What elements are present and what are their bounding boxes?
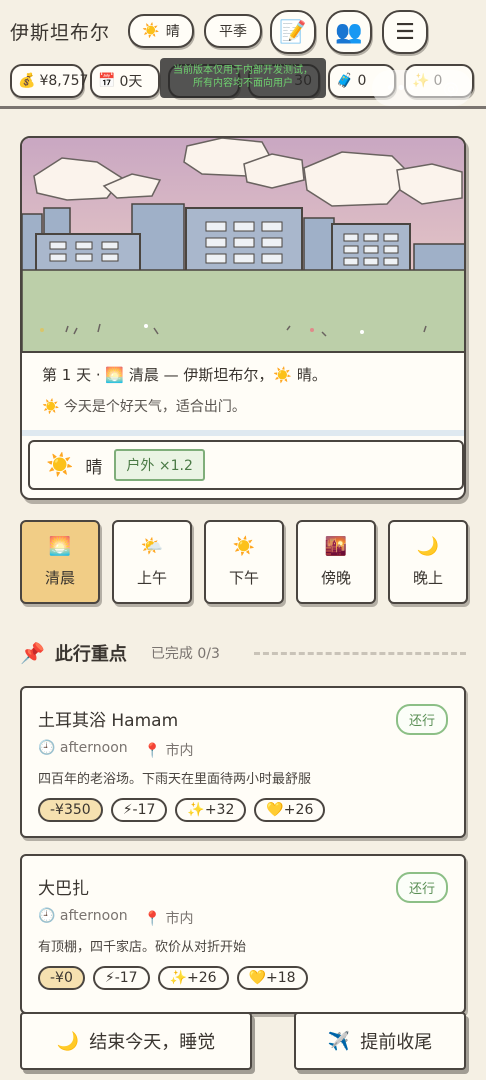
spot-name: 大巴扎 [38, 879, 89, 899]
sparkle-tag: ✨+26 [157, 966, 229, 990]
dev-toast: 当前版本仅用于内部开发测试， 所有内容均不面向用户 [160, 58, 326, 98]
spot-tags: -¥350 ⚡-17 ✨+32 💛+26 [38, 798, 326, 822]
clock-icon: 🕘 [38, 908, 56, 924]
energy-tag: ⚡-17 [110, 798, 168, 822]
narration-sub: ☀️ 今天是个好天气，适合出门。 [42, 396, 246, 416]
spot-time: afternoon [59, 740, 128, 756]
season-pill[interactable]: 平季 [204, 14, 262, 48]
toast-line-2: 所有内容均不面向用户 [193, 78, 293, 89]
heart-tag: 💛+18 [236, 966, 308, 990]
scene-card: 第 1 天 · 🌅 清晨 — 伊斯坦布尔，☀️ 晴。 ☀️ 今天是个好天气，适合… [20, 136, 466, 500]
toast-line-1: 当前版本仅用于内部开发测试， [173, 65, 313, 76]
spot-card[interactable]: 大巴扎 还行 🕘 afternoon 📍 市内 有顶棚，四千家店。砍价从对折开始… [20, 854, 466, 1014]
spot-description: 有顶棚，四千家店。砍价从对折开始 [38, 940, 247, 955]
sunrise-icon: 🌅 [105, 366, 125, 384]
top-bar: 伊斯坦布尔 ☀️ 晴 平季 📝 👥 ☰ [0, 0, 486, 62]
memo-icon: 📝 [279, 19, 307, 45]
companions-button[interactable]: 👥 [326, 10, 372, 54]
status-badge[interactable]: 还行 [395, 872, 448, 903]
time-slot-dusk[interactable]: 🌇 傍晚 [296, 520, 376, 604]
more-icon[interactable]: ••• [385, 78, 417, 99]
sun-icon: ☀️ [42, 399, 60, 415]
sparkle-tag: ✨+32 [175, 798, 247, 822]
sun-icon: ☀️ [46, 452, 74, 478]
narration-end: 晴。 [292, 366, 327, 384]
spot-time: afternoon [59, 908, 128, 924]
spot-area: 市内 [165, 743, 194, 759]
spot-area: 市内 [165, 911, 194, 927]
days-value: 0天 [119, 74, 143, 90]
sunset-city-icon: 🌇 [324, 536, 348, 557]
weather-pill[interactable]: ☀️ 晴 [128, 14, 194, 48]
narration-day: 第 1 天 · [42, 366, 106, 384]
menu-button[interactable]: ☰ [382, 10, 428, 54]
clock-icon: 🕘 [38, 740, 56, 756]
time-slot-label: 晚上 [412, 569, 443, 587]
location-pin-icon: 📍 [143, 743, 162, 759]
city-illustration [22, 138, 464, 353]
moon-icon: 🌙 [56, 1030, 80, 1052]
stat-money: 💰 ¥8,757 [10, 64, 88, 98]
cost-tag: -¥350 [38, 798, 103, 822]
airplane-icon: ✈️ [327, 1030, 351, 1052]
location-pin-icon: 📍 [143, 911, 162, 927]
luggage-value: 0 [357, 73, 367, 89]
pushpin-icon: 📌 [20, 641, 45, 665]
time-slot-morning[interactable]: 🌤️ 上午 [112, 520, 192, 604]
finish-early-button[interactable]: ✈️ 提前收尾 [294, 1012, 466, 1070]
people-icon: 👥 [335, 19, 363, 45]
spot-meta: 🕘 afternoon 📍 市内 [38, 908, 194, 928]
weather-bar-label: 晴 [85, 457, 103, 478]
miniapp-capsule[interactable]: ••• ◎ [372, 70, 472, 106]
partly-cloudy-icon: 🌤️ [140, 536, 164, 557]
time-slot-label: 傍晚 [320, 569, 351, 587]
weather-label: 晴 [165, 24, 180, 40]
calendar-icon: 📅 [98, 73, 116, 89]
season-label: 平季 [219, 24, 247, 40]
end-day-button[interactable]: 🌙 结束今天，睡觉 [20, 1012, 252, 1070]
money-value: ¥8,757 [39, 73, 89, 89]
time-slot-afternoon[interactable]: ☀️ 下午 [204, 520, 284, 604]
spot-tags: -¥0 ⚡-17 ✨+26 💛+18 [38, 966, 308, 990]
time-slot-label: 清晨 [44, 569, 75, 587]
narration-line: 第 1 天 · 🌅 清晨 — 伊斯坦布尔，☀️ 晴。 [42, 364, 327, 385]
hamburger-icon: ☰ [395, 19, 415, 45]
stat-days: 📅 0天 [90, 64, 160, 98]
highlights-progress: 已完成 0/3 [150, 646, 220, 662]
moon-icon: 🌙 [416, 536, 440, 557]
time-slot-label: 下午 [228, 569, 259, 587]
sun-icon: ☀️ [232, 536, 256, 557]
heart-tag: 💛+26 [254, 798, 326, 822]
status-badge[interactable]: 还行 [395, 704, 448, 735]
header-divider [0, 106, 486, 109]
sun-icon: ☀️ [142, 23, 160, 39]
time-slot-label: 上午 [136, 569, 167, 587]
energy-tag: ⚡-17 [92, 966, 150, 990]
spot-name: 土耳其浴 Hamam [38, 711, 179, 731]
end-day-label: 结束今天，睡觉 [89, 1032, 216, 1053]
finish-early-label: 提前收尾 [360, 1032, 433, 1053]
spot-meta: 🕘 afternoon 📍 市内 [38, 740, 194, 760]
highlights-title: 此行重点 [54, 644, 127, 665]
spot-description: 四百年的老浴场。下雨天在里面待两小时最舒服 [38, 772, 312, 787]
narration-sub-text: 今天是个好天气，适合出门。 [63, 399, 246, 415]
time-slot-dawn[interactable]: 🌅 清晨 [20, 520, 100, 604]
sun-icon: ☀️ [273, 366, 293, 384]
outdoor-bonus-chip: 户外 ×1.2 [114, 449, 205, 481]
cost-tag: -¥0 [38, 966, 85, 990]
notes-button[interactable]: 📝 [270, 10, 316, 54]
time-slot-night[interactable]: 🌙 晚上 [388, 520, 468, 604]
weather-bar: ☀️ 晴 户外 ×1.2 [28, 440, 464, 490]
city-name: 伊斯坦布尔 [10, 22, 111, 44]
spot-card[interactable]: 土耳其浴 Hamam 还行 🕘 afternoon 📍 市内 四百年的老浴场。下… [20, 686, 466, 838]
highlights-header: 📌 此行重点 已完成 0/3 [20, 640, 220, 666]
narration-rest: 清晨 — 伊斯坦布尔， [124, 366, 274, 384]
luggage-icon: 🧳 [336, 73, 354, 89]
close-target-icon[interactable]: ◎ [443, 78, 459, 99]
sunrise-icon: 🌅 [48, 536, 72, 557]
money-bag-icon: 💰 [18, 73, 36, 89]
section-divider [254, 652, 466, 655]
